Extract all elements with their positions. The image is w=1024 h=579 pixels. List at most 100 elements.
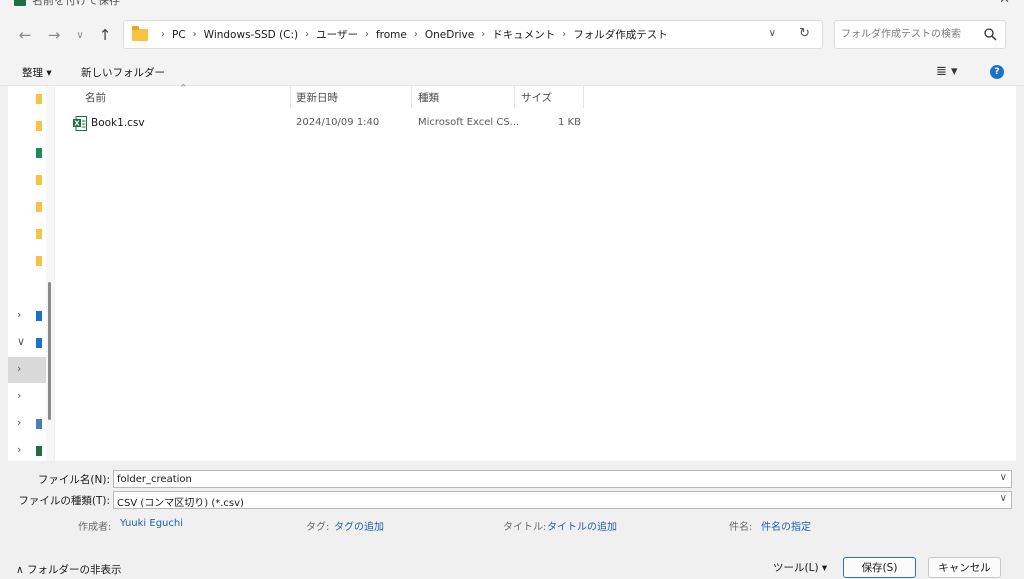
file-list-scrollbar[interactable]	[1016, 86, 1024, 461]
navigation-pane[interactable]: › ∨ › › › ›	[8, 86, 46, 461]
view-options-icon[interactable]: ≣ ▾	[936, 64, 958, 79]
subject-label: 件名:	[729, 522, 753, 533]
search-icon[interactable]	[983, 27, 997, 41]
nav-tree-item[interactable]	[8, 248, 46, 274]
recent-locations-icon[interactable]: ∨	[70, 25, 90, 45]
up-arrow-icon[interactable]: ↑	[95, 25, 115, 45]
dialog-footer: ∧ フォルダーの非表示 ツール(L) ▾ 保存(S) キャンセル	[0, 545, 1024, 579]
author-label: 作成者:	[78, 522, 112, 533]
breadcrumb-separator-icon: ›	[364, 29, 369, 40]
back-arrow-icon[interactable]: ←	[15, 25, 35, 45]
nav-item-icon	[36, 311, 42, 321]
navigation-pane-scrollbar[interactable]	[46, 86, 54, 461]
cancel-button[interactable]: キャンセル	[928, 557, 1001, 578]
expand-chevron-icon[interactable]: ›	[17, 362, 21, 375]
new-folder-button[interactable]: 新しいフォルダー	[81, 65, 165, 80]
nav-item-icon	[36, 419, 42, 429]
subject-add-link[interactable]: 件名の指定	[761, 518, 811, 533]
close-icon[interactable]: ✕	[999, 0, 1010, 7]
window-title: 名前を付けて保存	[32, 0, 120, 7]
hide-folders-button[interactable]: ∧ フォルダーの非表示	[16, 562, 122, 577]
expand-chevron-icon[interactable]: ›	[17, 389, 21, 402]
sort-ascending-icon: ^	[180, 83, 187, 92]
author-value[interactable]: Yuuki Eguchi	[120, 518, 183, 529]
breadcrumb-documents[interactable]: ドキュメント	[492, 27, 555, 42]
tags-add-link[interactable]: タグの追加	[334, 518, 384, 533]
filename-label: ファイル名(N):	[37, 474, 110, 486]
filetype-dropdown-icon[interactable]: ∨	[1000, 493, 1007, 504]
search-box[interactable]	[834, 20, 1006, 49]
breadcrumb-separator-icon: ›	[161, 29, 165, 40]
expand-chevron-icon[interactable]: ›	[17, 416, 21, 429]
column-header-modified[interactable]: 更新日時	[296, 86, 338, 108]
nav-tree-item[interactable]: ›	[8, 411, 46, 437]
file-type: Microsoft Excel CS...	[418, 117, 520, 128]
save-button[interactable]: 保存(S)	[843, 557, 916, 578]
nav-tree-item[interactable]: ∨	[8, 330, 46, 356]
navigation-bar: ← → ∨ ↑ › PC › Windows-SSD (C:) › ユーザー ›…	[0, 12, 1024, 58]
excel-app-icon	[14, 0, 26, 6]
save-options-area: ファイル名(N): ∨ ファイルの種類(T): CSV (コンマ区切り) (*.…	[0, 461, 1024, 545]
breadcrumb-current-folder[interactable]: フォルダ作成テスト	[573, 27, 668, 42]
expand-chevron-icon[interactable]: ›	[17, 443, 21, 456]
filename-combobox[interactable]: ∨	[113, 470, 1012, 488]
tools-menu-button[interactable]: ツール(L) ▾	[773, 560, 827, 575]
title-add-link[interactable]: タイトルの追加	[547, 518, 617, 533]
nav-tree-item[interactable]	[8, 140, 46, 166]
nav-tree-item[interactable]	[8, 167, 46, 193]
file-size: 1 KB	[558, 117, 581, 128]
scrollbar-thumb[interactable]	[48, 282, 51, 420]
command-toolbar: 整理 ▾ 新しいフォルダー ≣ ▾ ?	[0, 58, 1024, 86]
nav-item-icon	[36, 94, 42, 104]
title-bar: 名前を付けて保存 ✕	[0, 0, 1024, 12]
column-divider[interactable]	[583, 86, 584, 108]
filetype-label: ファイルの種類(T):	[18, 495, 110, 507]
column-header-name[interactable]: 名前	[85, 86, 106, 108]
nav-tree-item[interactable]	[8, 86, 46, 112]
file-list[interactable]: 名前 ^ 更新日時 種類 サイズ X Book1.csv 2024/10/09 …	[55, 83, 1016, 461]
breadcrumb-separator-icon: ›	[305, 29, 310, 40]
title-label: タイトル:	[503, 522, 547, 533]
breadcrumb-separator-icon: ›	[413, 29, 418, 40]
nav-item-icon	[36, 338, 42, 348]
filename-input[interactable]	[117, 472, 977, 486]
refresh-icon[interactable]: ↻	[799, 26, 810, 41]
collapse-chevron-icon[interactable]: ∨	[17, 335, 25, 348]
nav-tree-item[interactable]	[8, 194, 46, 220]
forward-arrow-icon[interactable]: →	[44, 25, 64, 45]
nav-item-icon	[36, 148, 42, 158]
nav-item-icon	[36, 175, 42, 185]
breadcrumb-separator-icon: ›	[192, 29, 197, 40]
column-divider[interactable]	[514, 86, 515, 108]
breadcrumb: › PC › Windows-SSD (C:) › ユーザー › frome ›…	[154, 21, 668, 48]
nav-tree-item[interactable]: ›	[8, 384, 46, 410]
svg-text:X: X	[74, 120, 80, 128]
filename-dropdown-icon[interactable]: ∨	[1000, 472, 1007, 483]
column-divider[interactable]	[290, 86, 291, 108]
breadcrumb-onedrive[interactable]: OneDrive	[425, 29, 474, 41]
organize-button[interactable]: 整理 ▾	[22, 65, 52, 80]
file-modified: 2024/10/09 1:40	[296, 117, 380, 128]
breadcrumb-separator-icon: ›	[481, 29, 486, 40]
help-icon[interactable]: ?	[990, 65, 1004, 79]
column-header-type[interactable]: 種類	[418, 86, 439, 108]
column-header-size[interactable]: サイズ	[521, 86, 552, 108]
nav-item-icon	[36, 202, 42, 212]
address-bar[interactable]: › PC › Windows-SSD (C:) › ユーザー › frome ›…	[123, 20, 823, 49]
nav-item-icon	[36, 121, 42, 131]
address-dropdown-icon[interactable]: ∨	[769, 28, 776, 39]
file-name[interactable]: Book1.csv	[91, 117, 145, 129]
nav-tree-item[interactable]	[8, 221, 46, 247]
breadcrumb-pc[interactable]: PC	[172, 29, 186, 41]
nav-tree-item[interactable]: ›	[8, 303, 46, 329]
breadcrumb-user[interactable]: frome	[376, 29, 407, 41]
nav-tree-item[interactable]	[8, 113, 46, 139]
nav-tree-item[interactable]: ›	[8, 357, 46, 383]
breadcrumb-users[interactable]: ユーザー	[316, 27, 358, 42]
search-input[interactable]	[841, 26, 981, 43]
expand-chevron-icon[interactable]: ›	[17, 308, 21, 321]
file-row[interactable]: X Book1.csv 2024/10/09 1:40 Microsoft Ex…	[55, 114, 1016, 134]
filetype-select[interactable]: CSV (コンマ区切り) (*.csv) ∨	[113, 491, 1012, 509]
breadcrumb-drive[interactable]: Windows-SSD (C:)	[204, 29, 298, 41]
column-divider[interactable]	[411, 86, 412, 108]
